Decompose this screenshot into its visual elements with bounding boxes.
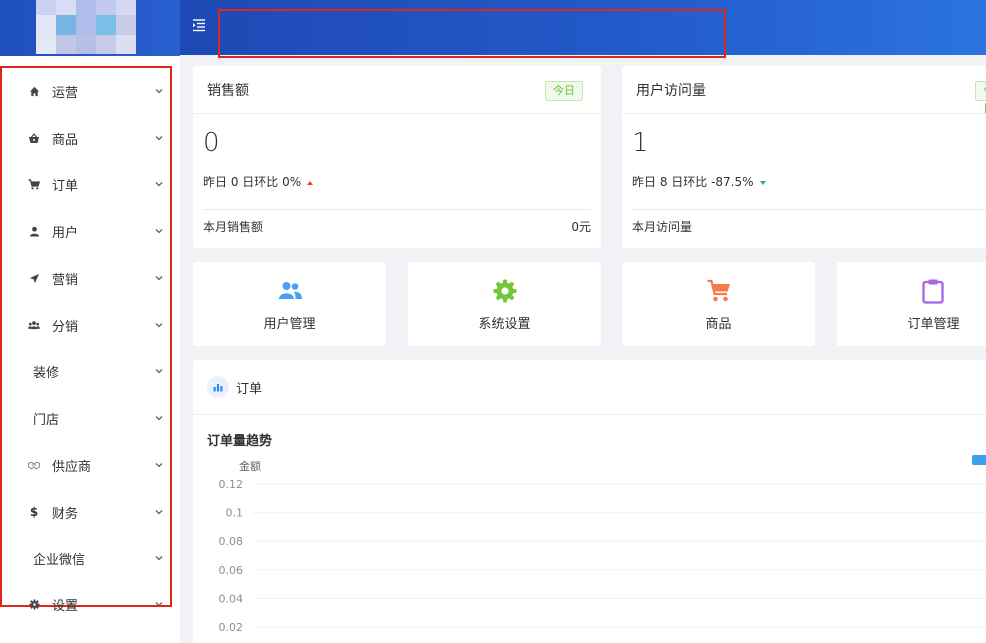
sidebar-item-label: 订单 (52, 178, 79, 194)
sidebar-item-distribution[interactable]: 分销 (2, 303, 170, 347)
stat-compare: 昨日 8 日环比 -87.5% (632, 173, 766, 190)
sidebar-item-label: 商品 (52, 132, 79, 148)
gear-icon (493, 279, 516, 303)
sidebar: 运营 商品 订单 用户 营销 分销 装修 门店 供应商 $ 财务 企业微信 设置 (0, 0, 180, 643)
sidebar-item-label: 设置 (52, 598, 79, 614)
sidebar-item-stores[interactable]: 门店 (2, 396, 170, 440)
chevron-down-icon (155, 416, 163, 421)
stat-value: 0 (203, 128, 220, 158)
divider (203, 209, 591, 210)
sidebar-item-label: 用户 (52, 225, 79, 241)
sidebar-item-operations[interactable]: 运营 (2, 69, 170, 113)
sidebar-menu: 运营 商品 订单 用户 营销 分销 装修 门店 供应商 $ 财务 企业微信 (0, 66, 172, 607)
quick-link-orders[interactable]: 订单管理 (837, 262, 986, 346)
clipboard-icon (922, 279, 944, 304)
y-tick-label: 0.1 (226, 507, 244, 520)
sidebar-item-label: 供应商 (52, 459, 92, 475)
legend-swatch[interactable] (972, 455, 986, 465)
trend-down-icon (759, 180, 766, 185)
sidebar-item-label: 装修 (33, 365, 60, 381)
y-tick-label: 0.12 (219, 478, 244, 491)
chevron-down-icon (155, 229, 163, 234)
quick-link-products[interactable]: 商品 (622, 262, 815, 346)
team-icon (28, 319, 40, 331)
foot-value: 0元 (571, 220, 591, 234)
compare-text: 昨日 0 日环比 0% (203, 175, 302, 189)
cart-icon (28, 178, 40, 190)
logo-area (0, 0, 180, 56)
gear-icon (28, 598, 40, 610)
divider (193, 113, 601, 114)
send-icon (28, 272, 40, 284)
cart-icon (707, 279, 730, 302)
trend-up-icon (307, 180, 314, 185)
menu-collapse-icon[interactable] (192, 18, 206, 32)
y-tick-label: 0.06 (219, 564, 244, 577)
chevron-down-icon (155, 463, 163, 468)
sidebar-item-label: 运营 (52, 85, 79, 101)
quick-link-label: 商品 (705, 317, 732, 332)
chart-title: 订单量趋势 (207, 434, 273, 449)
highlight-box (218, 9, 726, 58)
users-icon (278, 282, 302, 299)
sidebar-item-settings[interactable]: 设置 (2, 582, 170, 626)
foot-label: 本月访问量 (632, 220, 693, 234)
chevron-down-icon (155, 556, 163, 561)
quick-link-label: 订单管理 (907, 317, 960, 332)
sidebar-item-finance[interactable]: $ 财务 (2, 490, 170, 534)
sales-stat-card: 销售额 今日 0 昨日 0 日环比 0% 本月销售额 0元 (193, 66, 601, 248)
visits-stat-card: 用户访问量 今日 1 昨日 8 日环比 -87.5% 本月访问量 (622, 66, 986, 248)
today-tag: 今日 (545, 81, 583, 101)
supplier-icon (28, 459, 40, 471)
chevron-down-icon (155, 602, 163, 607)
dollar-icon: $ (29, 505, 39, 519)
sidebar-item-wecom[interactable]: 企业微信 (2, 536, 170, 580)
quick-link-label: 用户管理 (263, 317, 316, 332)
y-tick-label: 0.08 (219, 535, 244, 548)
sidebar-item-label: 企业微信 (33, 552, 86, 568)
order-trend-chart: 0.12 0.1 0.08 0.06 0.04 0.02 (219, 478, 986, 634)
sidebar-item-users[interactable]: 用户 (2, 209, 170, 253)
user-icon (28, 225, 40, 237)
chevron-down-icon (155, 369, 163, 374)
basket-icon (28, 132, 40, 144)
foot-label: 本月销售额 (203, 220, 264, 234)
sidebar-item-label: 分销 (52, 319, 79, 335)
today-tag: 今日 (975, 81, 986, 115)
chevron-down-icon (155, 182, 163, 187)
chevron-down-icon (155, 323, 163, 328)
quick-link-settings[interactable]: 系统设置 (408, 262, 601, 346)
sidebar-item-label: 门店 (33, 412, 60, 428)
compare-text: 昨日 8 日环比 -87.5% (632, 175, 754, 189)
chevron-down-icon (155, 136, 163, 141)
sidebar-item-marketing[interactable]: 营销 (2, 256, 170, 300)
y-tick-label: 0.02 (219, 621, 244, 634)
card-title: 销售额 (207, 83, 249, 99)
sidebar-item-decoration[interactable]: 装修 (2, 349, 170, 393)
divider (632, 209, 986, 210)
chevron-down-icon (155, 510, 163, 515)
order-panel: 订单 订单量趋势 金额 0.12 0.1 0.08 0.06 0.04 0.02 (193, 360, 986, 643)
quick-link-users[interactable]: 用户管理 (193, 262, 386, 346)
stat-value: 1 (632, 128, 649, 158)
sidebar-item-label: 财务 (52, 506, 79, 522)
y-tick-label: 0.04 (219, 592, 244, 605)
panel-title: 订单 (236, 382, 263, 397)
card-title: 用户访问量 (636, 83, 706, 99)
chevron-down-icon (155, 89, 163, 94)
bar-chart-icon (207, 376, 229, 398)
home-icon (28, 85, 40, 97)
logo[interactable] (36, 0, 136, 54)
sidebar-item-label: 营销 (52, 272, 79, 288)
quick-link-label: 系统设置 (478, 317, 531, 332)
top-header (180, 0, 986, 58)
stat-compare: 昨日 0 日环比 0% (203, 173, 314, 190)
divider (622, 113, 986, 114)
sidebar-item-products[interactable]: 商品 (2, 116, 170, 160)
sidebar-item-orders[interactable]: 订单 (2, 162, 170, 206)
chevron-down-icon (155, 276, 163, 281)
sidebar-item-suppliers[interactable]: 供应商 (2, 443, 170, 487)
divider (193, 414, 986, 415)
